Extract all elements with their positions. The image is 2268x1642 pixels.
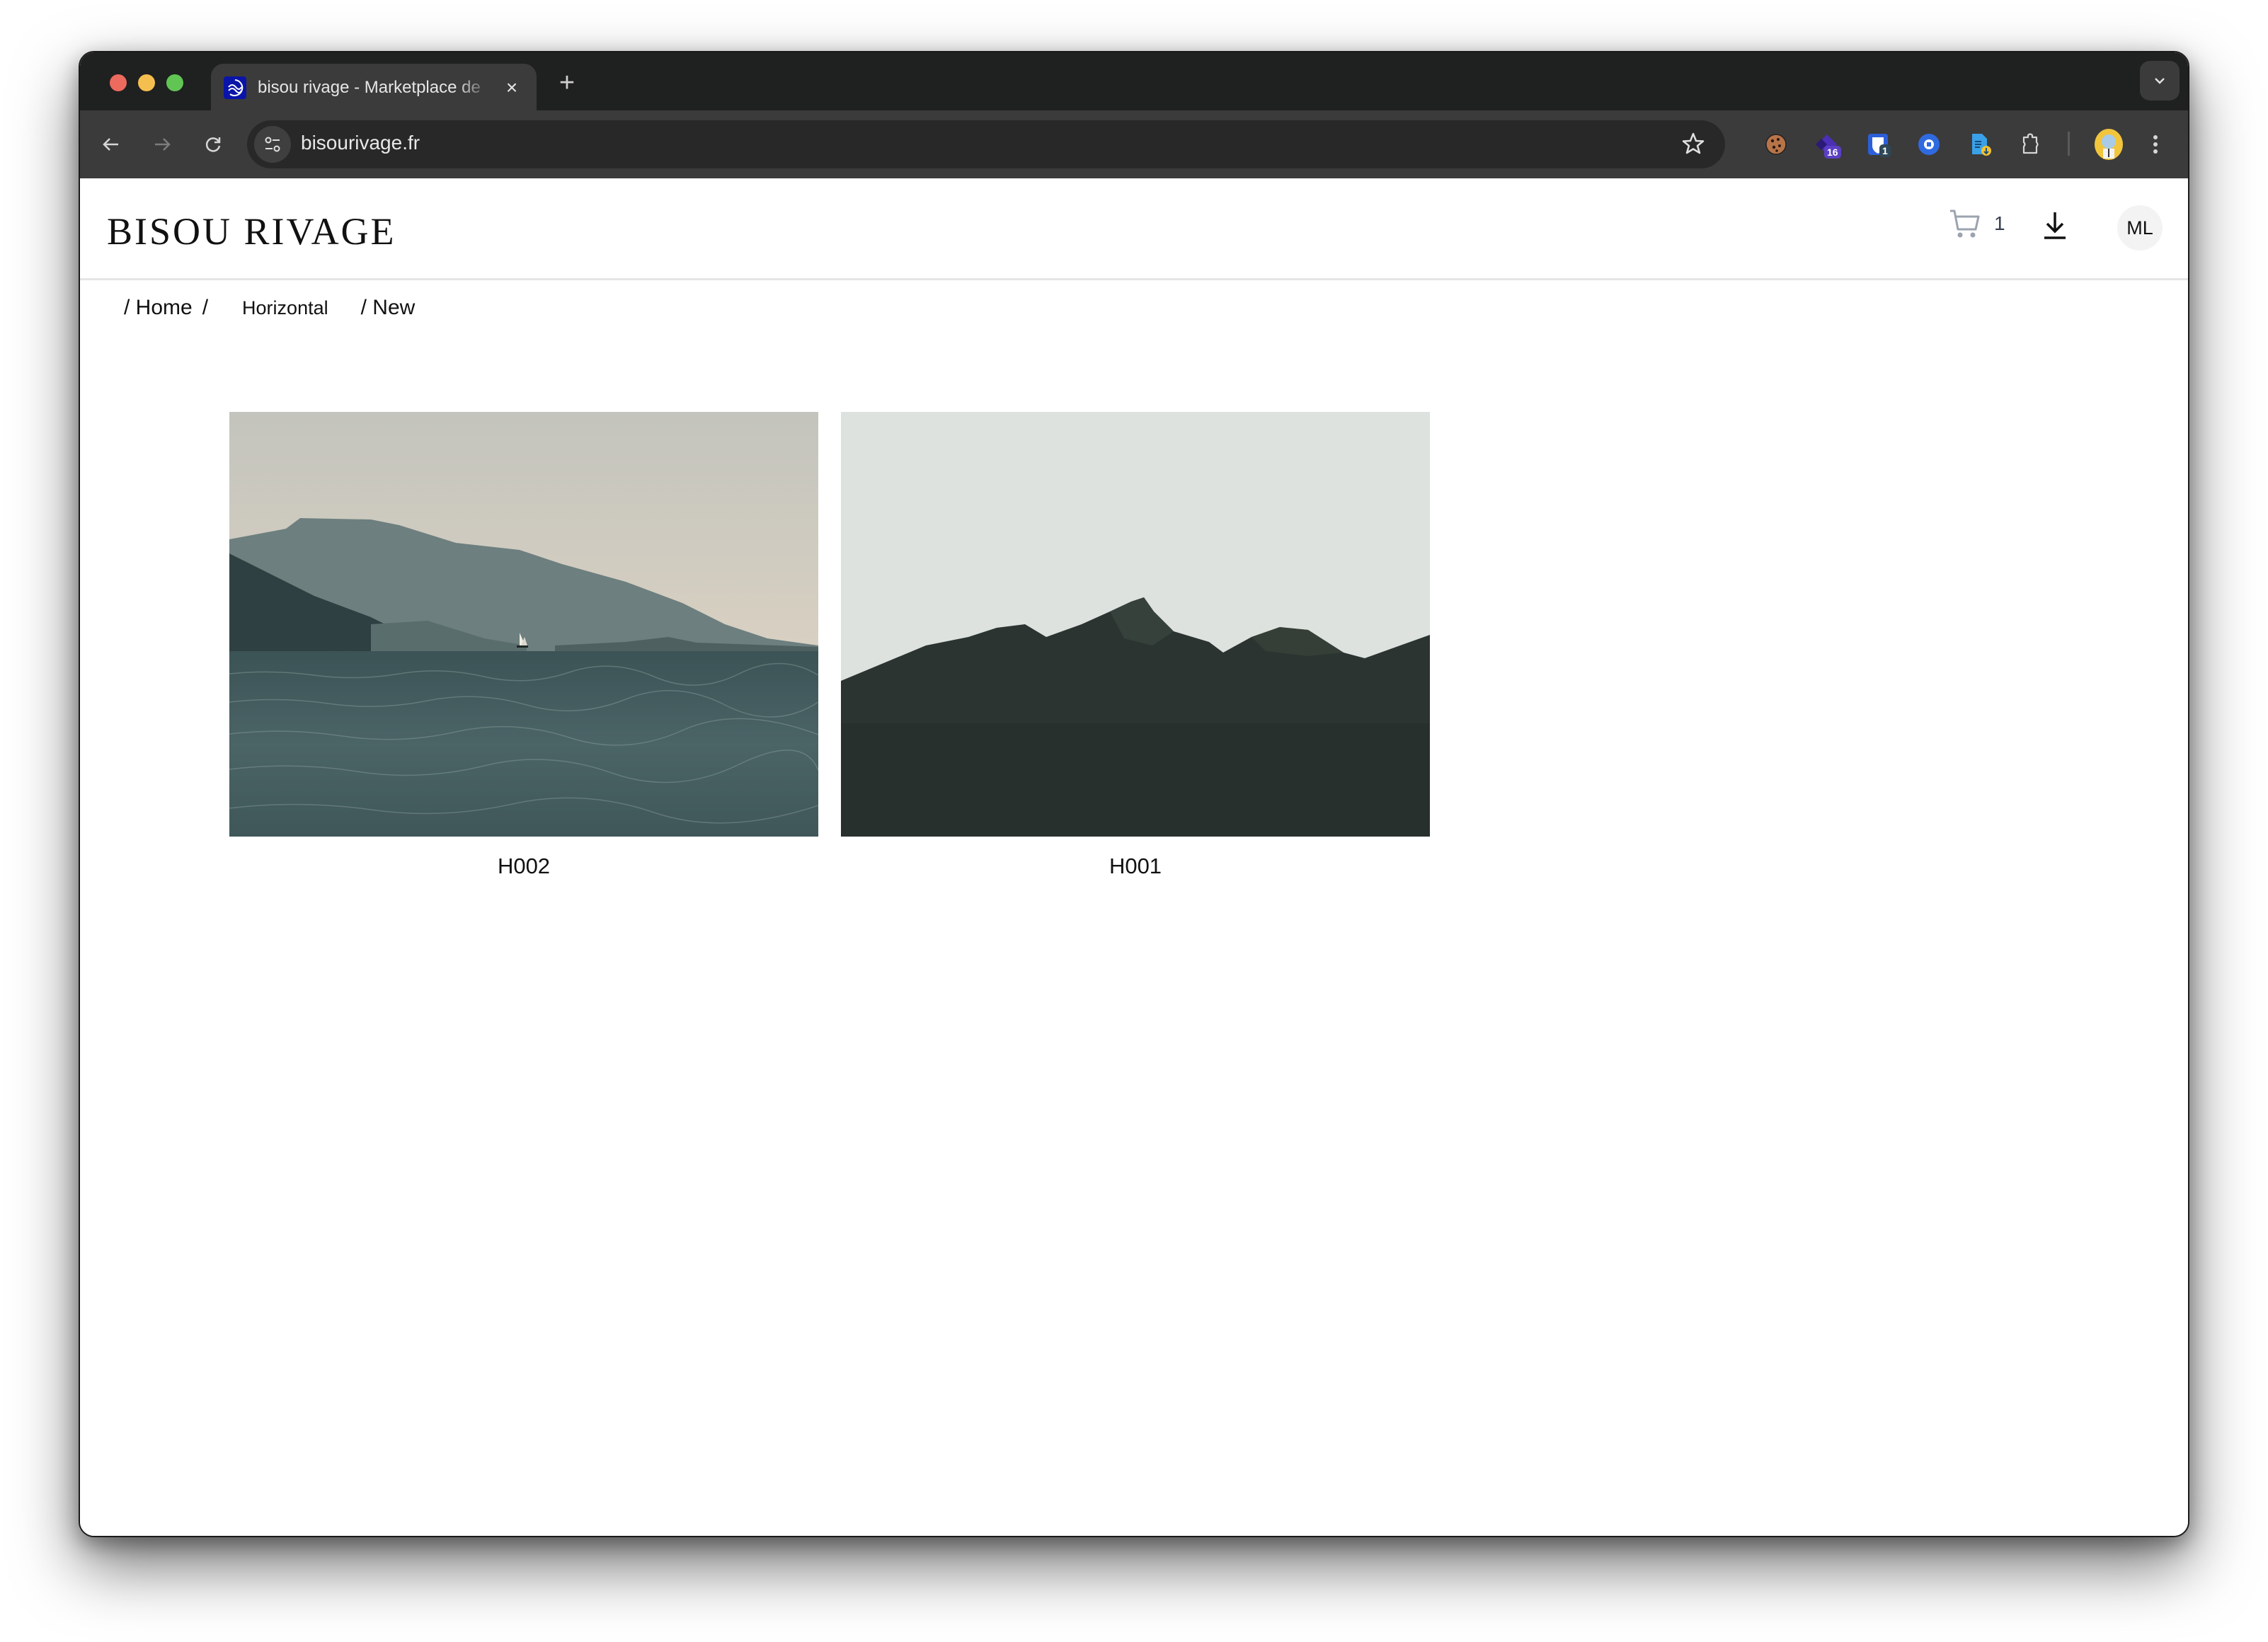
product-code: H001	[1109, 854, 1162, 878]
site-logo[interactable]: BISOU RIVAGE	[107, 209, 396, 253]
tab-strip: bisou rivage - Marketplace de × +	[80, 52, 2188, 112]
tab-search-button[interactable]	[2140, 61, 2180, 101]
bitwarden-extension-icon[interactable]: 1	[1861, 127, 1895, 161]
page-content: BISOU RIVAGE 1 ML / Home / Horizontal / …	[80, 178, 2188, 1536]
bookmark-star-icon[interactable]	[1680, 130, 1707, 161]
minimize-window-button[interactable]	[138, 74, 155, 91]
tab-close-icon[interactable]: ×	[501, 76, 522, 99]
product-card[interactable]: H001	[841, 412, 1430, 879]
wave-circle-icon	[224, 76, 246, 99]
breadcrumb-separator: /	[202, 296, 209, 319]
product-grid: H002 H001	[229, 412, 1430, 879]
browser-menu-icon[interactable]	[2138, 127, 2172, 161]
product-code: H002	[497, 854, 551, 878]
download-icon	[2044, 212, 2066, 239]
browser-window: bisou rivage - Marketplace de × + bisour…	[79, 51, 2189, 1537]
purple-diamond-extension-icon[interactable]: 16	[1810, 127, 1844, 161]
reload-button[interactable]	[197, 129, 229, 160]
close-window-button[interactable]	[110, 74, 127, 91]
back-button[interactable]	[96, 129, 127, 160]
cart-button[interactable]: 1	[1949, 208, 2005, 239]
address-bar[interactable]: bisourivage.fr	[247, 120, 1725, 168]
file-download-extension-icon[interactable]	[1963, 127, 1997, 161]
desktop-background: bisou rivage - Marketplace de × + bisour…	[0, 0, 2268, 1642]
blue-circle-extension-icon[interactable]	[1912, 127, 1946, 161]
reload-icon	[205, 137, 221, 152]
url-text[interactable]: bisourivage.fr	[301, 132, 420, 154]
browser-toolbar: bisourivage.fr 16 1	[80, 110, 2188, 178]
toolbar-divider	[2068, 132, 2070, 156]
breadcrumb: / Home / Horizontal / New	[124, 296, 415, 320]
downloads-button[interactable]	[2041, 209, 2069, 244]
site-header: BISOU RIVAGE 1 ML	[80, 178, 2188, 280]
maximize-window-button[interactable]	[166, 74, 183, 91]
forward-button[interactable]	[147, 129, 178, 160]
profile-avatar-icon[interactable]	[2089, 125, 2129, 164]
breadcrumb-home[interactable]: / Home	[124, 296, 193, 320]
site-settings-icon[interactable]	[254, 126, 291, 163]
extension-badge: 16	[1824, 146, 1841, 159]
tab-title: bisou rivage - Marketplace de	[258, 78, 481, 97]
breadcrumb-current: / New	[360, 296, 416, 319]
cart-icon	[1950, 209, 1980, 238]
product-image-lake-sailboat[interactable]	[229, 412, 818, 837]
product-image-mountain-peak[interactable]	[841, 412, 1430, 837]
product-card[interactable]: H002	[229, 412, 818, 879]
arrow-right-icon	[155, 138, 171, 151]
user-avatar[interactable]: ML	[2117, 205, 2163, 251]
puzzle-extensions-icon[interactable]	[2014, 127, 2048, 161]
new-tab-button[interactable]: +	[553, 68, 581, 98]
cookie-extension-icon[interactable]	[1759, 127, 1793, 161]
cart-count: 1	[1994, 212, 2005, 234]
arrow-left-icon	[103, 138, 118, 151]
breadcrumb-horizontal[interactable]: Horizontal	[242, 297, 328, 319]
tab-active[interactable]: bisou rivage - Marketplace de ×	[211, 64, 537, 112]
extension-badge: 1	[1879, 144, 1891, 157]
chevron-down-icon	[2155, 78, 2165, 84]
